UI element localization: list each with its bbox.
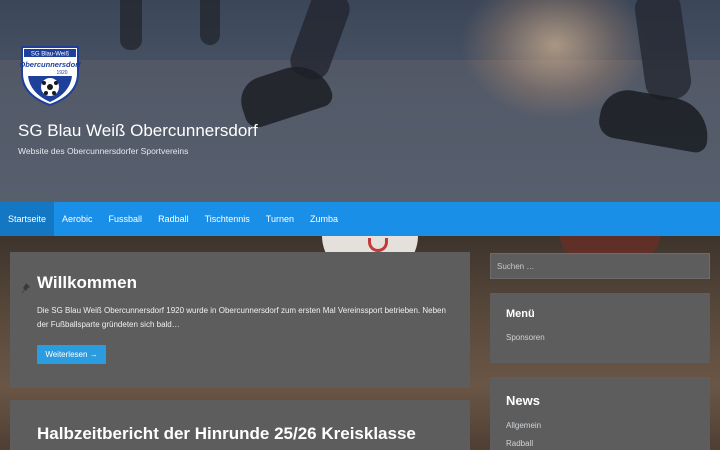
widget-link-allgemein[interactable]: Allgemein	[506, 421, 541, 430]
club-crest-icon[interactable]: SG Blau-Weiß Obercunnersdorf 1920	[18, 43, 82, 107]
header-hero-image	[0, 0, 720, 202]
nav-item-zumba[interactable]: Zumba	[302, 202, 346, 236]
post-excerpt: Die SG Blau Weiß Obercunnersdorf 1920 wu…	[37, 306, 446, 329]
main-navigation: Startseite Aerobic Fussball Radball Tisc…	[0, 202, 720, 236]
nav-item-fussball[interactable]: Fussball	[101, 202, 151, 236]
nav-item-radball[interactable]: Radball	[150, 202, 197, 236]
site-description: Website des Obercunnersdorfer Sportverei…	[18, 146, 189, 156]
widget-link-radball[interactable]: Radball	[506, 439, 533, 448]
nav-item-turnen[interactable]: Turnen	[258, 202, 302, 236]
search-input[interactable]	[490, 253, 710, 279]
widget-menu: Menü Sponsoren	[490, 293, 710, 363]
nav-item-aerobic[interactable]: Aerobic	[54, 202, 101, 236]
widget-news: News Allgemein Radball	[490, 377, 710, 450]
read-more-button[interactable]: Weiterlesen →	[37, 345, 106, 364]
widget-link-sponsoren[interactable]: Sponsoren	[506, 333, 545, 342]
svg-text:Obercunnersdorf: Obercunnersdorf	[19, 60, 82, 69]
svg-text:SG Blau-Weiß: SG Blau-Weiß	[31, 52, 70, 58]
svg-text:1920: 1920	[56, 70, 67, 76]
nav-item-tischtennis[interactable]: Tischtennis	[197, 202, 258, 236]
widget-title: Menü	[506, 308, 535, 320]
post-title[interactable]: Halbzeitbericht der Hinrunde 25/26 Kreis…	[37, 424, 416, 444]
post-title[interactable]: Willkommen	[37, 273, 137, 293]
pin-icon	[19, 279, 31, 293]
nav-item-startseite[interactable]: Startseite	[0, 202, 55, 236]
widget-title: News	[506, 393, 540, 408]
site-title[interactable]: SG Blau Weiß Obercunnersdorf	[18, 121, 258, 141]
